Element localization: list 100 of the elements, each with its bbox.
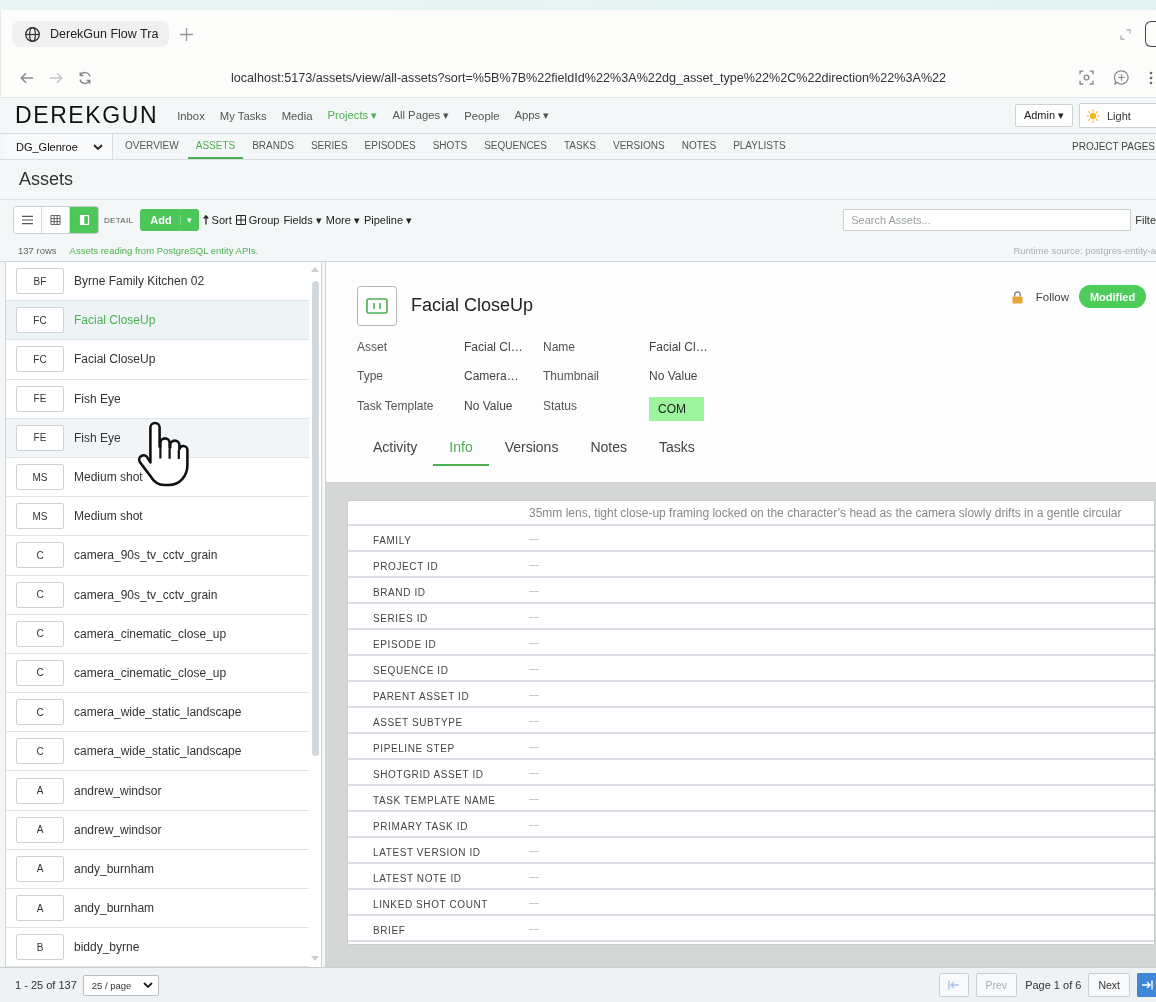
asset-row[interactable]: C camera_90s_tv_cctv_grain: [6, 536, 309, 576]
asset-row[interactable]: A andy_burnham: [6, 849, 309, 889]
project-pages-link[interactable]: PROJECT PAGES: [1072, 134, 1156, 159]
list-icon: [22, 215, 33, 225]
project-tab[interactable]: NOTES: [673, 134, 725, 159]
asset-initials: C: [16, 699, 64, 726]
address-field[interactable]: localhost:5173/assets/view/all-assets?sort=%5B%7B%22fieldId%22%3A%22dg_asset_type%22%2C%22direction%22%3A%22: [231, 70, 947, 85]
asset-row[interactable]: MS Medium shot: [6, 497, 309, 537]
page-title: Assets: [19, 169, 74, 190]
info-label: PRIMARY TASK ID: [372, 819, 469, 832]
detail-tab[interactable]: Activity: [357, 432, 434, 466]
detail-tab[interactable]: Versions: [488, 432, 575, 466]
asset-row[interactable]: C camera_cinematic_close_up: [6, 653, 309, 694]
info-value: —: [529, 662, 539, 674]
project-tab[interactable]: OVERVIEW: [117, 134, 187, 159]
grid-icon: [50, 215, 61, 225]
asset-initials: A: [16, 816, 64, 843]
info-value: —: [529, 870, 539, 882]
info-label: SERIES ID: [372, 611, 429, 624]
sort-button[interactable]: Sort: [202, 214, 232, 226]
asset-row[interactable]: A andy_burnham: [6, 889, 309, 929]
asset-initials: MS: [16, 464, 64, 491]
asset-name: camera_wide_static_landscape: [74, 744, 242, 759]
asset-row[interactable]: C camera_90s_tv_cctv_grain: [6, 575, 309, 615]
info-value: —: [529, 792, 539, 804]
nav-link[interactable]: Inbox: [177, 109, 205, 122]
logo[interactable]: DEREKGUN: [15, 102, 159, 129]
nav-link[interactable]: Apps ▾: [514, 109, 550, 122]
next-page-button[interactable]: Next: [1088, 973, 1130, 997]
nav-link[interactable]: People: [464, 109, 500, 122]
info-value: —: [529, 922, 539, 934]
dropdown-button[interactable]: More ▾: [325, 213, 360, 227]
scroll-up-icon[interactable]: [311, 267, 319, 272]
project-tab[interactable]: SHOTS: [424, 134, 476, 159]
row-range: 1 - 25 of 137: [15, 979, 77, 991]
list-view-button[interactable]: [14, 207, 42, 233]
asset-row[interactable]: FC Facial CloseUp: [6, 301, 309, 341]
filter-button[interactable]: Filte: [1135, 214, 1156, 226]
capture-icon[interactable]: [1079, 70, 1094, 85]
project-tab[interactable]: EPISODES: [356, 134, 424, 159]
asset-row[interactable]: C camera_wide_static_landscape: [6, 732, 309, 772]
reload-icon[interactable]: [78, 70, 92, 85]
add-comment-icon[interactable]: [1114, 70, 1129, 85]
info-label: LATEST VERSION ID: [372, 845, 482, 858]
page-size-select[interactable]: 25 / page: [82, 974, 159, 996]
project-tab[interactable]: PLAYLISTS: [725, 134, 794, 159]
last-page-button[interactable]: [1137, 973, 1156, 997]
chevron-down-icon: [142, 982, 153, 988]
nav-link[interactable]: My Tasks: [219, 109, 267, 122]
group-button[interactable]: Group: [235, 214, 280, 226]
asset-row[interactable]: A andrew_windsor: [6, 771, 309, 811]
asset-initials: C: [16, 738, 64, 765]
asset-name: Fish Eye: [74, 430, 121, 445]
resize-icon[interactable]: [1120, 28, 1131, 40]
project-tab[interactable]: SEQUENCES: [476, 134, 555, 159]
browser-tab[interactable]: DerekGun Flow Tra: [12, 21, 169, 47]
more-icon[interactable]: [1149, 70, 1153, 85]
asset-row[interactable]: C camera_cinematic_close_up: [6, 614, 309, 654]
info-label: PARENT ASSET ID: [372, 689, 471, 702]
view-label: DETAIL: [104, 215, 134, 225]
status-tag[interactable]: COM: [649, 396, 704, 421]
dropdown-button[interactable]: Pipeline ▾: [363, 213, 413, 227]
asset-row[interactable]: A andrew_windsor: [6, 810, 309, 850]
user-menu-button[interactable]: Admin ▾: [1015, 104, 1073, 127]
forward-icon[interactable]: [49, 71, 63, 84]
asset-title: Facial CloseUp: [411, 295, 534, 316]
asset-row[interactable]: FE Fish Eye: [6, 379, 309, 419]
info-value: —: [529, 610, 539, 622]
asset-name: camera_90s_tv_cctv_grain: [74, 587, 218, 602]
asset-name: Medium shot: [74, 509, 143, 524]
new-tab-icon[interactable]: [180, 27, 193, 41]
field-label: Status: [543, 398, 579, 413]
sun-icon: [1086, 108, 1100, 123]
detail-tab[interactable]: Tasks: [643, 432, 711, 466]
nav-link[interactable]: All Pages ▾: [392, 109, 450, 122]
asset-initials: FE: [16, 424, 64, 451]
info-label: SHOTGRID ASSET ID: [372, 767, 485, 780]
asset-name: andy_burnham: [74, 861, 155, 876]
scroll-down-icon[interactable]: [311, 956, 319, 961]
toolbar-button[interactable]: [1145, 21, 1156, 47]
asset-row[interactable]: C camera_wide_static_landscape: [6, 693, 309, 733]
asset-row[interactable]: FC Facial CloseUp: [6, 340, 309, 380]
back-icon[interactable]: [20, 71, 34, 84]
project-tab[interactable]: SERIES: [302, 134, 356, 159]
project-tab[interactable]: VERSIONS: [605, 134, 673, 159]
info-value: —: [529, 766, 539, 778]
row-count: 137 rows: [18, 245, 57, 256]
search-field[interactable]: Search Assets...: [843, 209, 1132, 231]
info-label: TASK TEMPLATE NAME: [372, 793, 497, 806]
project-tab[interactable]: TASKS: [555, 134, 604, 159]
dropdown-button[interactable]: Fields ▾: [283, 213, 322, 227]
project-tab[interactable]: BRANDS: [244, 134, 302, 159]
nav-link[interactable]: Media: [281, 109, 313, 122]
scrollbar-thumb[interactable]: [311, 281, 319, 756]
theme-button[interactable]: Light: [1079, 103, 1156, 128]
detail-tab[interactable]: Notes: [574, 432, 643, 466]
follow-link[interactable]: Follow: [1035, 291, 1069, 303]
asset-name: andrew_windsor: [74, 822, 162, 837]
asset-name: andrew_windsor: [74, 783, 162, 798]
field-value: Camera…: [464, 369, 519, 384]
